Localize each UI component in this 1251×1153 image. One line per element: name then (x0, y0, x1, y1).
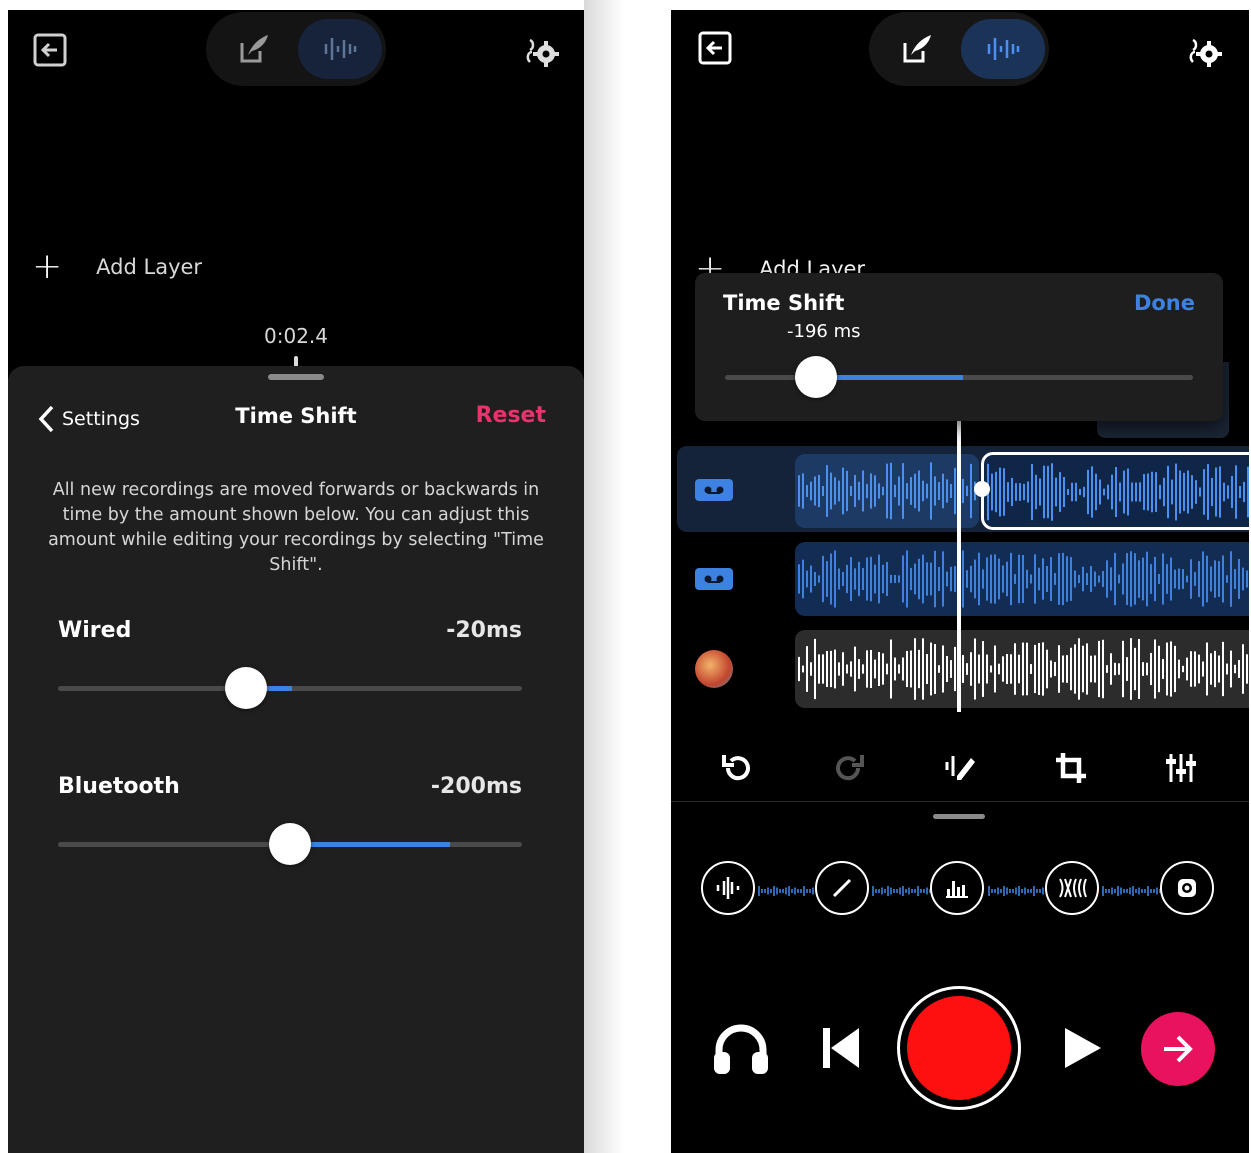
bluetooth-slider-thumb[interactable] (269, 823, 311, 865)
fx-waveform-button[interactable] (701, 861, 755, 915)
waveform-clip-1a (798, 462, 976, 520)
wired-value: -20ms (446, 618, 522, 643)
time-shift-popup: Time Shift Done -196 ms (695, 273, 1223, 421)
waveform-clip-2 (798, 550, 1248, 608)
play-icon[interactable] (1051, 1018, 1111, 1078)
fx-connector-4 (1101, 882, 1163, 896)
slope-icon (832, 878, 852, 898)
fx-reverb-button[interactable] (1045, 861, 1099, 915)
album-art-icon[interactable] (695, 650, 733, 688)
skip-back-icon[interactable] (811, 1018, 871, 1078)
done-button[interactable]: Done (1134, 291, 1195, 315)
fx-connector-1 (757, 882, 817, 896)
add-layer-button[interactable]: + Add Layer (32, 246, 202, 287)
popup-slider-fill (819, 375, 963, 380)
wired-slider-thumb[interactable] (225, 667, 267, 709)
redo-icon (827, 746, 871, 790)
waveform-clip-3 (798, 638, 1248, 700)
cassette-icon[interactable] (695, 568, 733, 590)
playhead-line[interactable] (957, 420, 961, 712)
headphones-icon[interactable] (709, 1016, 773, 1080)
popup-title: Time Shift (723, 291, 845, 315)
crop-icon[interactable] (1049, 746, 1093, 790)
bluetooth-slider-fill (290, 842, 450, 847)
waveform-clip-1b (987, 463, 1249, 521)
popup-slider-thumb[interactable] (795, 356, 837, 398)
fx-connector-3 (987, 882, 1047, 896)
plus-icon: + (32, 246, 63, 287)
track-lane-3[interactable] (677, 630, 797, 708)
exit-icon[interactable] (695, 28, 735, 68)
reset-button[interactable]: Reset (476, 403, 546, 428)
track-lane-3-clip[interactable] (795, 630, 1249, 708)
popup-slider[interactable] (725, 355, 1193, 399)
mode-write-tab[interactable] (212, 19, 296, 79)
mixer-icon[interactable] (1159, 746, 1203, 790)
left-screen: + Add Layer 0:02.4 Settings Time Shift R… (8, 10, 584, 1153)
add-layer-label: Add Layer (96, 254, 203, 279)
track-lane-1-clip-b[interactable] (981, 452, 1249, 530)
mode-write-tab[interactable] (875, 19, 959, 79)
reverb-icon (1059, 878, 1087, 898)
wired-slider[interactable] (58, 666, 522, 710)
fx-speaker-button[interactable] (1160, 861, 1214, 915)
playhead-time: 0:02.4 (264, 324, 328, 348)
speaker-icon (1178, 879, 1196, 897)
cassette-icon[interactable] (695, 479, 733, 501)
waveform-icon (716, 877, 740, 899)
bluetooth-label: Bluetooth (58, 774, 180, 799)
magic-edit-icon[interactable] (937, 744, 981, 788)
time-shift-settings-sheet: Settings Time Shift Reset All new record… (8, 366, 584, 1153)
record-button[interactable] (897, 986, 1021, 1110)
toolbar-divider (671, 801, 1249, 802)
sheet-grabber[interactable] (268, 374, 324, 380)
clip-trim-handle[interactable] (974, 481, 990, 497)
track-lane-1-clip-a[interactable] (795, 454, 979, 528)
mode-audio-tab[interactable] (961, 19, 1045, 79)
popup-value: -196 ms (787, 321, 861, 342)
exit-icon[interactable] (30, 30, 70, 70)
undo-icon[interactable] (715, 746, 759, 790)
equalizer-icon (946, 881, 968, 898)
record-icon (907, 996, 1011, 1100)
bluetooth-value: -200ms (430, 774, 522, 799)
settings-gear-icon[interactable] (1183, 30, 1227, 74)
mode-audio-tab[interactable] (298, 19, 382, 79)
right-screen: + Add Layer Time Shift Done -196 ms (671, 10, 1249, 1153)
fx-equalizer-button[interactable] (930, 861, 984, 915)
fx-connector-2 (871, 882, 933, 896)
mode-switcher (869, 12, 1049, 86)
bluetooth-slider[interactable] (58, 822, 522, 866)
settings-gear-icon[interactable] (520, 30, 564, 74)
track-lane-2-clip[interactable] (795, 542, 1249, 616)
track-lane-2[interactable] (677, 540, 797, 618)
device-separator (584, 0, 624, 1153)
mode-switcher (206, 12, 386, 86)
description-text: All new recordings are moved forwards or… (48, 480, 544, 575)
fx-slope-button[interactable] (815, 861, 869, 915)
wired-label: Wired (58, 618, 132, 643)
panel-grabber[interactable] (933, 814, 985, 819)
next-arrow-button[interactable] (1141, 1012, 1215, 1086)
next-arrow-icon (1164, 1035, 1193, 1063)
